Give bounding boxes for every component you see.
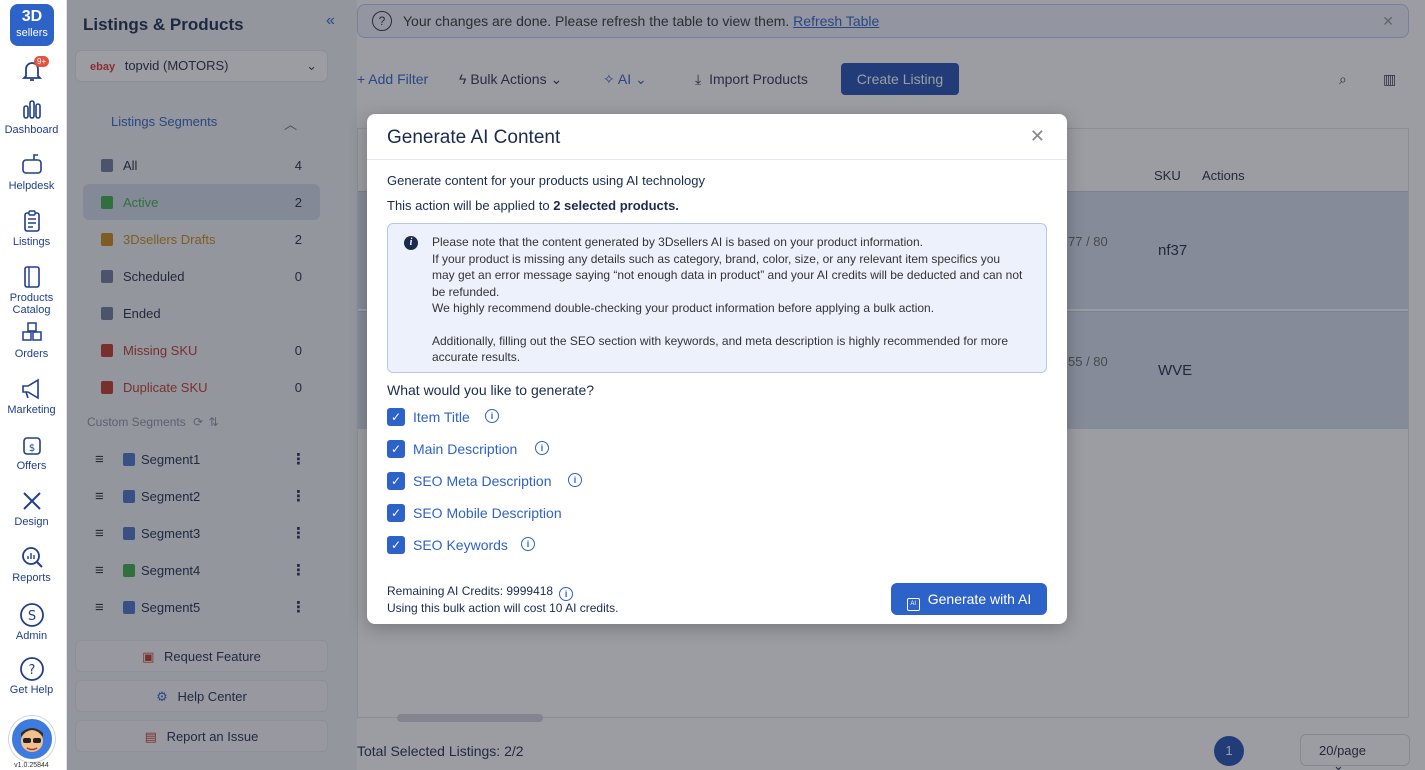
notification-badge: 9+ (34, 56, 50, 67)
rail-item-label: Admin (15, 630, 48, 642)
rail-item-label: Orders (14, 348, 49, 360)
rail-item-label: Marketing (7, 404, 56, 416)
checkbox-checked-icon[interactable]: ✓ (387, 536, 405, 554)
notifications-button[interactable]: 9+ (0, 56, 63, 86)
ai-info-note: i Please note that the content generated… (387, 223, 1047, 373)
logo-subtext: sellers (16, 27, 48, 39)
avatar-face-icon (21, 728, 43, 752)
info-line: If your product is missing any details s… (432, 251, 1023, 299)
rail-item-label: Helpdesk (8, 180, 55, 192)
button-label: Generate with AI (927, 591, 1032, 607)
applied-count: 2 selected products. (553, 198, 679, 213)
credits-cost: Using this bulk action will cost 10 AI c… (387, 601, 619, 615)
option-label: Main Description (413, 441, 518, 457)
app-version: v1.0.25844 (14, 762, 49, 769)
checkbox-checked-icon[interactable]: ✓ (387, 472, 405, 490)
rail-item-marketing[interactable]: Marketing (0, 376, 63, 416)
ai-credits-info: Remaining AI Credits: 9999418 i Using thi… (387, 584, 618, 616)
s-circle-icon: S (19, 603, 44, 627)
svg-text:S: S (27, 609, 35, 624)
rail-item-get-help[interactable]: ? Get Help (0, 656, 63, 696)
rail-item-label: Reports (12, 572, 51, 584)
option-label: SEO Keywords (413, 537, 508, 553)
rail-item-design[interactable]: Design (0, 488, 63, 528)
close-icon[interactable]: ✕ (1030, 126, 1045, 147)
checkbox-checked-icon[interactable]: ✓ (387, 504, 405, 522)
dialog-title: Generate AI Content (387, 127, 561, 148)
generate-with-ai-button[interactable]: AI Generate with AI (891, 583, 1047, 615)
user-avatar[interactable] (9, 716, 55, 762)
rail-item-label: Design (14, 516, 49, 528)
dialog-header: Generate AI Content ✕ (367, 114, 1067, 160)
design-tools-icon (22, 492, 41, 510)
rail-item-label: Offers (16, 460, 47, 472)
info-icon: i (404, 236, 418, 250)
option-label: Item Title (413, 409, 470, 425)
info-circle-icon[interactable]: i (559, 587, 574, 601)
svg-text:$: $ (28, 443, 34, 454)
rail-item-admin[interactable]: S Admin (0, 602, 63, 642)
rail-item-label: Get Help (9, 684, 54, 696)
rail-item-label: Listings (12, 236, 51, 248)
logo-text: 3D (21, 8, 43, 25)
magnifier-chart-icon (21, 547, 43, 568)
boxes-icon (21, 322, 42, 341)
mailbox-icon (21, 154, 42, 174)
rail-item-label: Dashboard (4, 124, 59, 136)
applied-to-text: This action will be applied to 2 selecte… (387, 198, 679, 213)
question-circle-icon: ? (19, 657, 44, 681)
rail-item-offers[interactable]: $ Offers (0, 432, 63, 472)
rail-item-reports[interactable]: Reports (0, 544, 63, 584)
rail-item-listings[interactable]: Listings (0, 208, 63, 248)
rail-item-helpdesk[interactable]: Helpdesk (0, 152, 63, 192)
dollar-bag-icon: $ (22, 437, 41, 455)
info-circle-icon[interactable]: i (485, 409, 499, 423)
option-label: SEO Mobile Description (413, 505, 562, 521)
megaphone-icon (21, 378, 39, 400)
checkbox-checked-icon[interactable]: ✓ (387, 440, 405, 458)
checkbox-checked-icon[interactable]: ✓ (387, 408, 405, 426)
clipboard-icon (23, 210, 40, 232)
bar-chart-icon (22, 100, 41, 119)
info-line: Additionally, filling out the SEO sectio… (432, 333, 1009, 365)
info-line: We highly recommend double-checking your… (432, 301, 935, 315)
app-logo[interactable]: 3D sellers (10, 4, 54, 46)
svg-text:?: ? (28, 663, 35, 678)
info-circle-icon[interactable]: i (521, 537, 535, 551)
rail-item-label: Products Catalog (9, 292, 54, 316)
rail-item-dashboard[interactable]: Dashboard (0, 96, 63, 136)
rail-item-orders[interactable]: Orders (0, 320, 63, 360)
catalog-icon (23, 266, 40, 288)
applied-prefix: This action will be applied to (387, 198, 554, 213)
option-label: SEO Meta Description (413, 473, 552, 489)
info-circle-icon[interactable]: i (568, 473, 582, 487)
remaining-credits: Remaining AI Credits: 9999418 (387, 584, 554, 598)
info-line: Please note that the content generated b… (432, 235, 923, 249)
rail-item-products-catalog[interactable]: Products Catalog (0, 264, 63, 316)
info-circle-icon[interactable]: i (535, 441, 549, 455)
generate-question: What would you like to generate? (387, 382, 595, 398)
left-navigation-rail: 3D sellers 9+ Dashboard Helpdesk Listing… (0, 0, 67, 770)
generate-ai-content-dialog: Generate AI Content ✕ Generate content f… (367, 114, 1067, 624)
ai-chip-icon: AI (906, 598, 920, 611)
dialog-description: Generate content for your products using… (387, 173, 705, 188)
